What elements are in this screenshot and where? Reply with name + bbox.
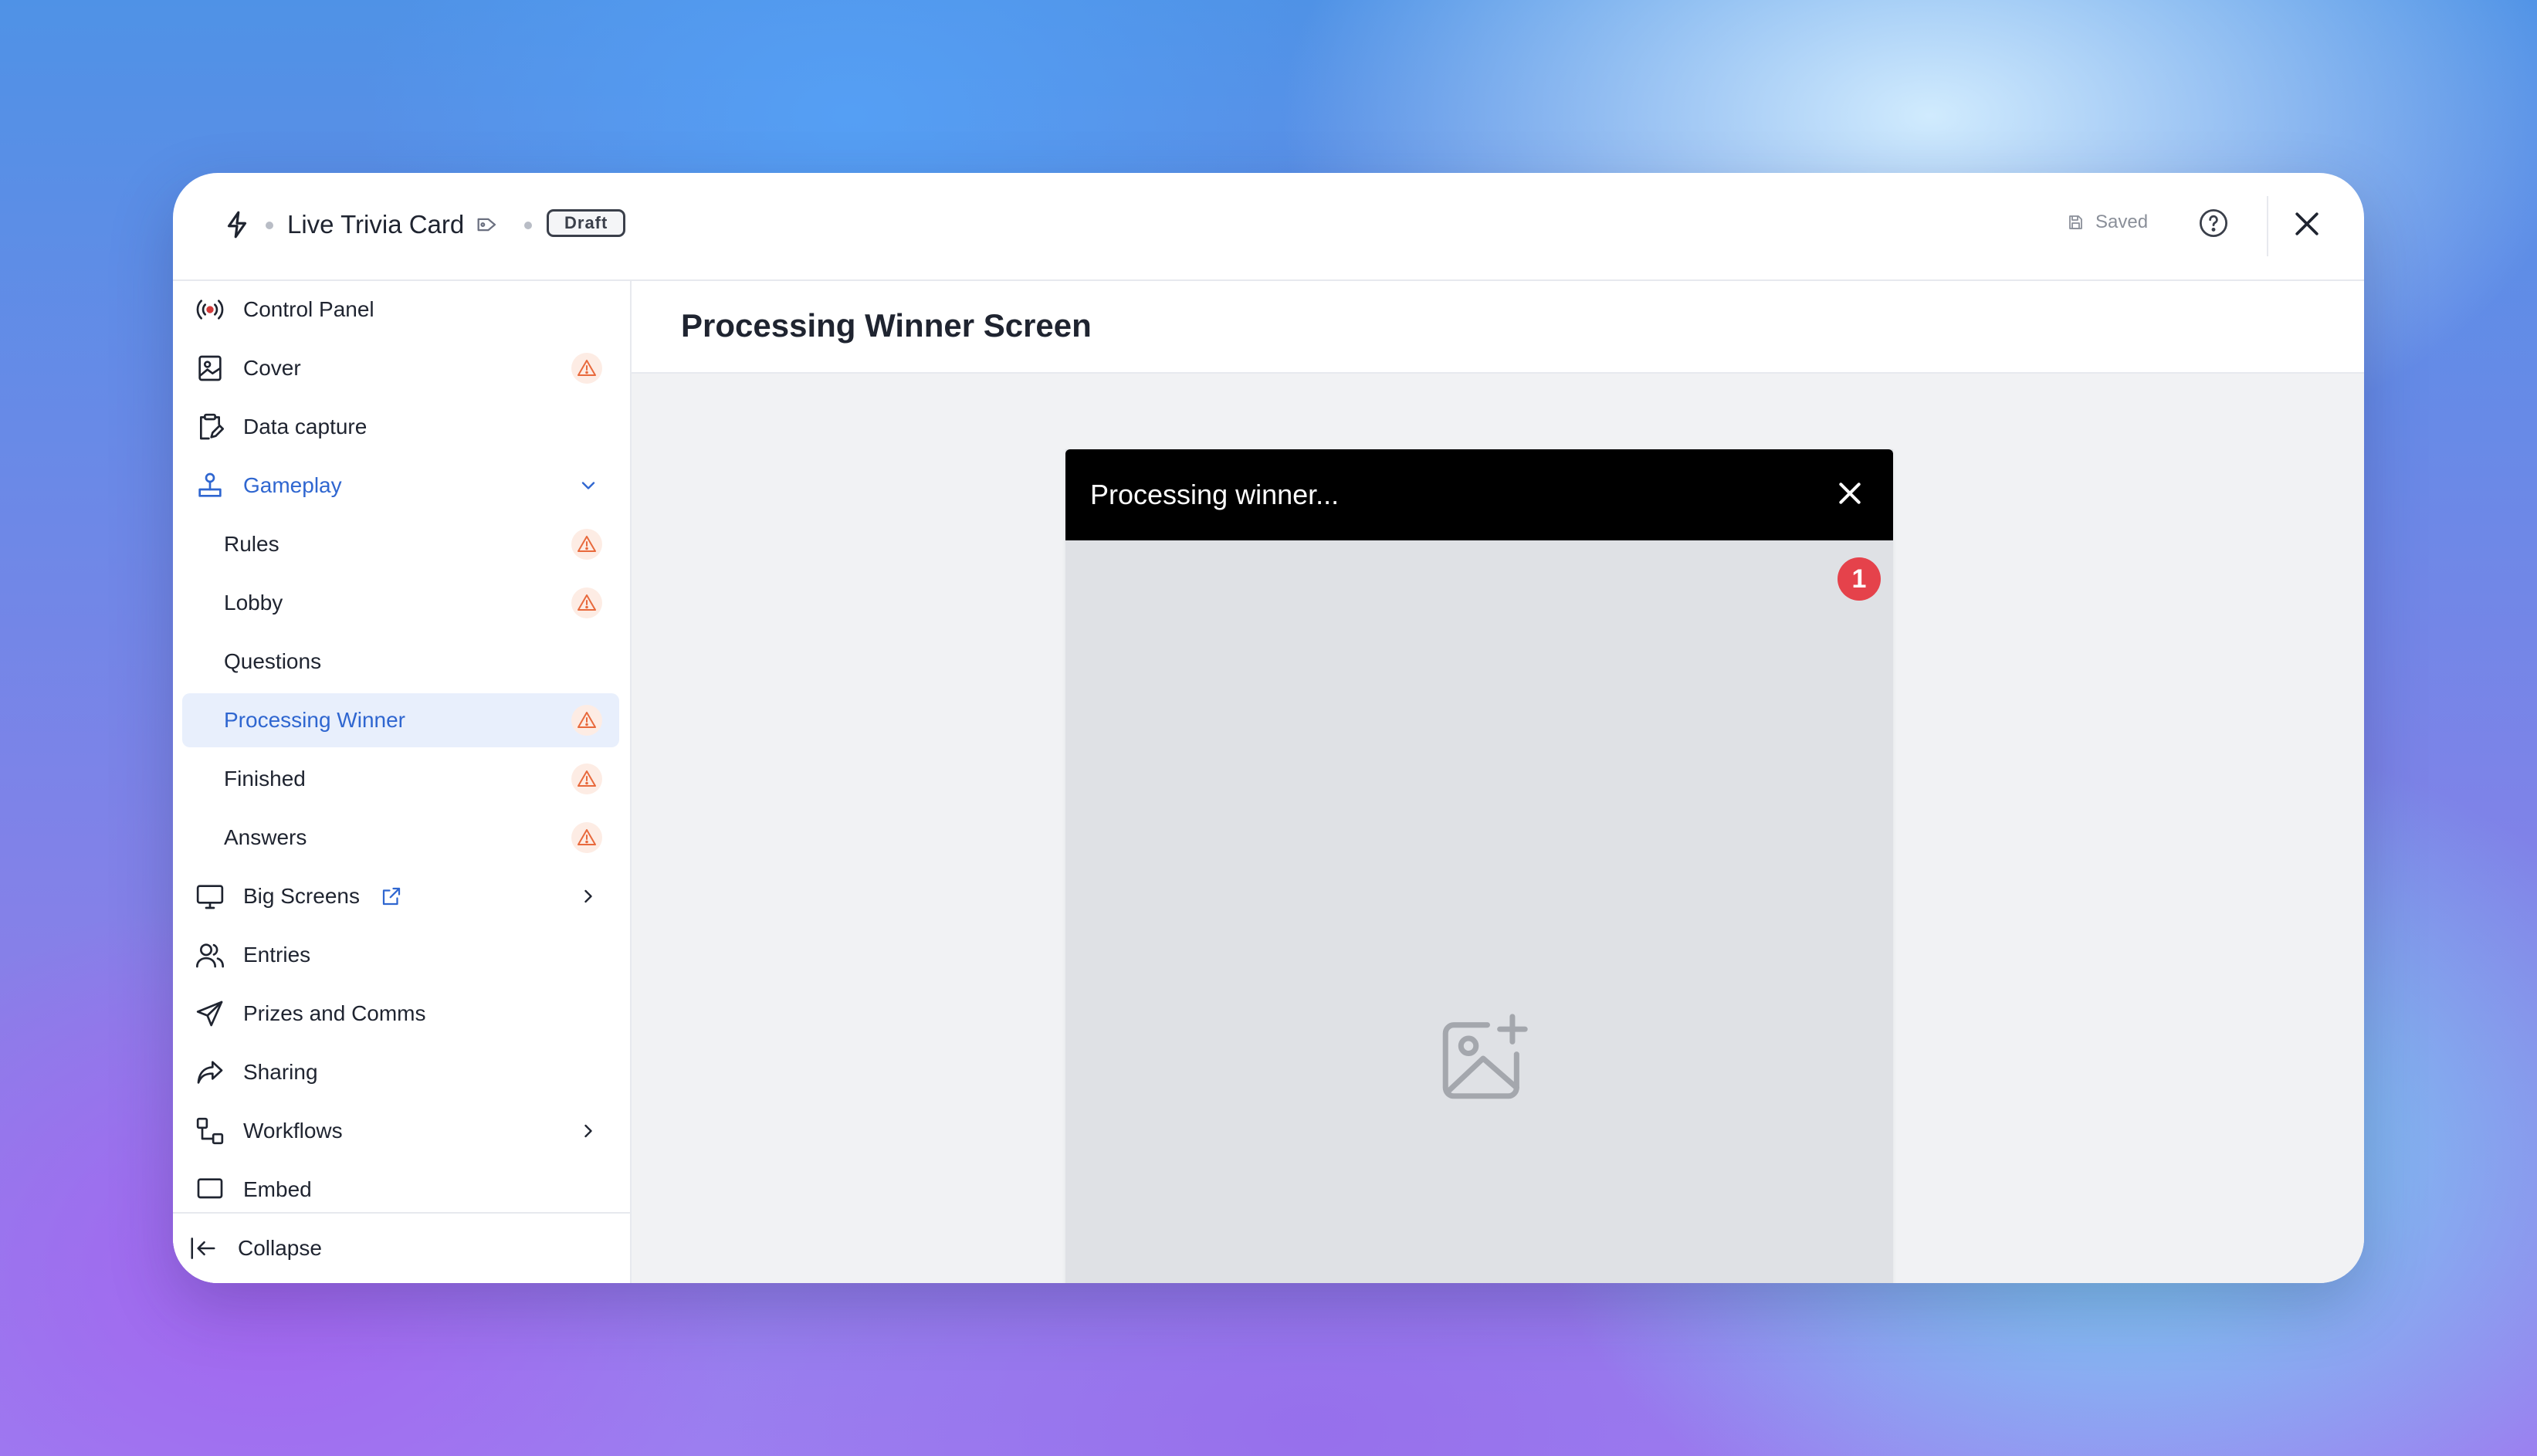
collapse-icon — [191, 1238, 215, 1259]
preview-title: Processing winner... — [1090, 479, 1340, 510]
workflow-icon — [196, 1117, 224, 1145]
save-status: Saved — [2066, 212, 2148, 233]
joystick-icon — [198, 472, 222, 497]
sidebar-item-questions[interactable]: Questions — [182, 635, 619, 689]
sidebar-item-data-capture[interactable]: Data capture — [182, 400, 619, 454]
sidebar-item-gameplay[interactable]: Gameplay — [182, 459, 619, 513]
sidebar-item-finished[interactable]: Finished — [182, 752, 619, 806]
sidebar-item-label: Lobby — [224, 591, 283, 615]
chevron-right-icon[interactable] — [578, 885, 599, 907]
warning-icon — [571, 587, 602, 618]
broadcast-icon — [196, 300, 224, 320]
chevron-down-icon[interactable] — [578, 475, 599, 496]
collapse-label: Collapse — [238, 1236, 322, 1260]
tag-icon[interactable] — [474, 212, 500, 238]
warning-icon — [571, 822, 602, 853]
sidebar-item-control-panel[interactable]: Control Panel — [182, 283, 619, 337]
image-file-icon — [198, 355, 222, 381]
sidebar-item-label: Gameplay — [243, 473, 342, 497]
preview-canvas: Processing winner... 1 — [632, 374, 2364, 1283]
sidebar-item-label: Answers — [224, 825, 307, 849]
sidebar-item-label: Data capture — [243, 415, 368, 438]
users-icon — [196, 943, 224, 968]
sidebar-item-embed[interactable]: Embed — [182, 1163, 619, 1217]
sidebar-item-rules[interactable]: Rules — [182, 517, 619, 571]
chevron-right-icon[interactable] — [578, 1120, 599, 1142]
saved-label: Saved — [2095, 212, 2149, 232]
help-icon[interactable] — [2197, 207, 2230, 239]
sidebar-item-prizes-and-comms[interactable]: Prizes and Comms — [182, 987, 619, 1041]
header-divider — [2267, 196, 2268, 256]
top-bar: Live Trivia Card Draft Saved — [173, 173, 2364, 281]
share-icon — [197, 1061, 223, 1084]
screen-preview[interactable]: Processing winner... 1 — [1065, 449, 1893, 1283]
sidebar-item-label: Prizes and Comms — [243, 1001, 426, 1025]
sidebar-item-answers[interactable]: Answers — [182, 811, 619, 865]
sidebar-item-label: Questions — [224, 649, 322, 673]
image-add-icon[interactable] — [1433, 1008, 1533, 1109]
page-title: Processing Winner Screen — [681, 307, 1092, 344]
sidebar-item-label: Workflows — [243, 1119, 343, 1143]
close-icon[interactable] — [1834, 478, 1865, 509]
sidebar-item-label: Sharing — [243, 1060, 318, 1084]
bolt-icon — [227, 211, 247, 239]
sidebar: Control Panel Cover Data capture Gamepla… — [173, 281, 632, 1283]
close-icon[interactable] — [2290, 207, 2324, 241]
sidebar-item-label: Processing Winner — [224, 708, 405, 732]
main-header: Processing Winner Screen — [632, 281, 2364, 374]
warning-icon — [571, 353, 602, 384]
save-icon — [2069, 215, 2082, 229]
sidebar-item-big-screens[interactable]: Big Screens — [182, 869, 619, 923]
warning-icon — [571, 529, 602, 560]
monitor-icon — [196, 885, 224, 909]
external-link-icon[interactable] — [380, 885, 403, 908]
notification-badge: 1 — [1838, 557, 1881, 601]
sidebar-item-label: Entries — [243, 943, 311, 967]
sidebar-item-label: Embed — [243, 1177, 312, 1201]
sidebar-item-lobby[interactable]: Lobby — [182, 576, 619, 630]
warning-icon — [571, 705, 602, 736]
sidebar-item-entries[interactable]: Entries — [182, 928, 619, 982]
collapse-button[interactable]: Collapse — [173, 1212, 630, 1283]
embed-icon — [197, 1178, 223, 1199]
sidebar-item-label: Rules — [224, 532, 279, 556]
warning-icon — [571, 764, 602, 794]
separator-dot — [524, 222, 532, 229]
separator-dot — [266, 222, 273, 229]
sidebar-item-workflows[interactable]: Workflows — [182, 1104, 619, 1158]
sidebar-item-label: Cover — [243, 356, 301, 380]
app-title: Live Trivia Card — [287, 210, 465, 239]
sidebar-item-sharing[interactable]: Sharing — [182, 1045, 619, 1099]
status-badge: Draft — [547, 209, 626, 237]
sidebar-item-cover[interactable]: Cover — [182, 341, 619, 395]
send-icon — [196, 1001, 223, 1027]
preview-header: Processing winner... — [1065, 449, 1893, 540]
editor-window: Live Trivia Card Draft Saved Control Pan… — [173, 173, 2364, 1283]
sidebar-item-processing-winner[interactable]: Processing Winner — [182, 693, 619, 747]
sidebar-item-label: Big Screens — [243, 884, 360, 908]
sidebar-item-label: Finished — [224, 767, 306, 791]
clipboard-icon — [200, 413, 224, 440]
sidebar-item-label: Control Panel — [243, 297, 374, 321]
